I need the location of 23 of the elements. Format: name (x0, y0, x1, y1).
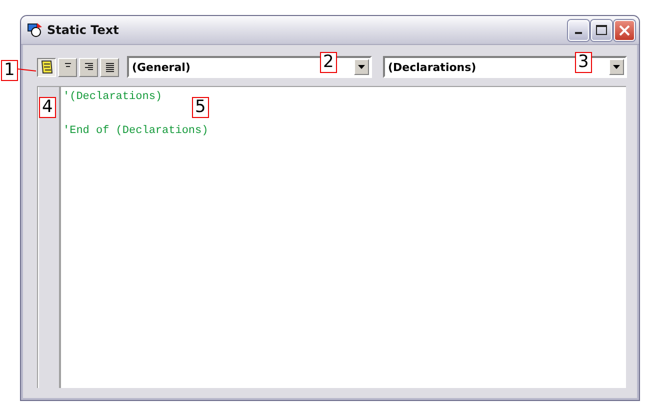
app-icon (27, 22, 43, 38)
scroll-icon (40, 60, 54, 74)
dropdown-button[interactable] (609, 59, 624, 75)
minimize-button[interactable] (568, 20, 589, 40)
dropdown-button[interactable] (354, 59, 369, 75)
code-comment: '(Declarations) (63, 90, 162, 105)
callout-number: 5 (192, 97, 209, 118)
code-comment: 'End of (Declarations) (63, 124, 208, 139)
callout-number: 4 (39, 97, 56, 118)
close-button[interactable] (614, 20, 635, 40)
align-icon (84, 62, 94, 72)
maximize-icon (596, 25, 607, 35)
callout-number: 3 (575, 52, 592, 73)
caret-icon (358, 65, 365, 69)
callout-number: 1 (1, 60, 18, 81)
align-icon (104, 62, 114, 72)
maximize-button[interactable] (591, 20, 612, 40)
toolbar-button[interactable] (37, 58, 56, 76)
leader-line (18, 68, 36, 72)
callout-number: 2 (320, 52, 337, 73)
close-icon (619, 24, 630, 36)
window-title: Static Text (47, 23, 120, 37)
caret-icon (613, 65, 620, 69)
